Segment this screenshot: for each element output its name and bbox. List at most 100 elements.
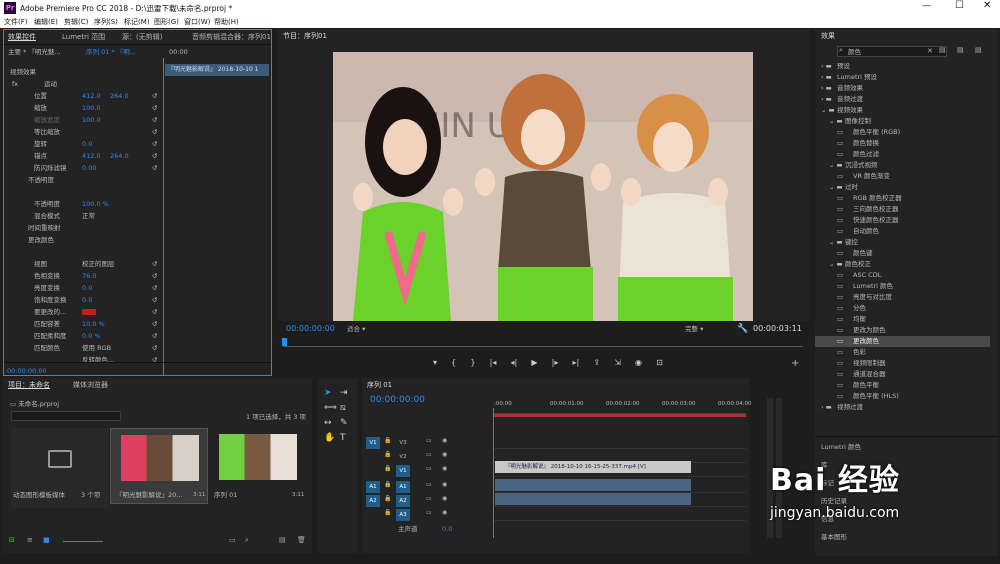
effects-tree-item[interactable]: ▭ Lumetri 颜色 <box>815 281 990 292</box>
add-button-icon[interactable]: + <box>791 358 799 369</box>
track-target[interactable]: V2 <box>396 451 410 463</box>
reset-icon[interactable]: ↺ <box>152 150 157 162</box>
track-target[interactable]: V1 <box>396 465 410 477</box>
menu-item[interactable]: 图形(G) <box>154 16 179 28</box>
accelerated-effects-icon[interactable]: ▤ <box>939 46 946 54</box>
effects-tree-item[interactable]: ⌄ ▬ 过时 <box>815 182 990 193</box>
eye-icon[interactable]: ◉ <box>442 437 447 444</box>
go-to-in-icon[interactable]: |◂ <box>490 358 497 370</box>
effects-tree-item[interactable]: › ▬ Lumetri 预设 <box>815 72 990 83</box>
reset-icon[interactable]: ↺ <box>152 282 157 294</box>
mini-timeline-clip[interactable]: 『明光魅影解说』 2018-10-10 1 <box>165 64 269 76</box>
property-value[interactable]: 校正的图层 <box>82 258 115 270</box>
property-value[interactable]: 10.0 % <box>82 318 105 330</box>
program-scrubber[interactable] <box>283 341 803 347</box>
timeline-timecode[interactable]: 00:00:00:00 <box>370 394 425 406</box>
effects-tree-item[interactable]: ▭ 亮度与对比度 <box>815 292 990 303</box>
lock-icon[interactable]: 🔒 <box>384 495 391 502</box>
reset-icon[interactable]: ↺ <box>152 330 157 342</box>
effects-tree-item[interactable]: ⌄ ▬ 视频效果 <box>815 105 990 116</box>
audio-clip-a2[interactable] <box>495 493 691 505</box>
tab-lumetri-scopes[interactable]: Lumetri 范围 <box>62 30 105 44</box>
zoom-slider[interactable] <box>63 541 103 542</box>
reset-icon[interactable]: ↺ <box>152 162 157 174</box>
reset-icon[interactable]: ↺ <box>152 102 157 114</box>
tab-audio-mixer[interactable]: 音频剪辑混合器：序列01 <box>192 30 271 44</box>
resolution-select[interactable]: 完整 ▾ <box>685 323 703 335</box>
fx-motion[interactable]: fx <box>12 78 18 90</box>
lock-icon[interactable]: 🔒 <box>384 451 391 458</box>
track-select-icon[interactable]: ⇥ <box>340 388 348 398</box>
effects-tree-item[interactable]: ⌄ ▬ 图像控制 <box>815 116 990 127</box>
sync-icon[interactable]: ▭ <box>426 437 432 444</box>
eye-icon[interactable]: ◉ <box>442 509 447 516</box>
selection-tool-icon[interactable]: ➤ <box>324 388 332 398</box>
new-item-icon[interactable]: ▤ <box>279 536 286 544</box>
reset-icon[interactable]: ↺ <box>152 126 157 138</box>
write-protect-icon[interactable]: ⊟ <box>9 536 15 544</box>
program-playhead-timecode[interactable]: 00:00:00:00 <box>286 323 335 335</box>
reset-icon[interactable]: ↺ <box>152 342 157 354</box>
tab-project[interactable]: 项目：未命名 <box>8 378 50 392</box>
eye-icon[interactable]: ◉ <box>442 465 447 472</box>
property-value[interactable]: 0.0 <box>82 282 92 294</box>
property-value[interactable]: 412.0 <box>82 90 101 102</box>
property-value[interactable]: 反转颜色... <box>82 354 114 366</box>
yuv-effects-icon[interactable]: ▤ <box>975 46 982 54</box>
reset-icon[interactable]: ↺ <box>152 318 157 330</box>
effect-controls-timecode[interactable]: 00:00:00:00 <box>7 365 47 377</box>
source-patch[interactable]: V1 <box>366 437 380 449</box>
effects-tree-item[interactable]: ⌄ ▬ 键控 <box>815 237 990 248</box>
property-value[interactable]: 100.0 <box>82 114 101 126</box>
sync-icon[interactable]: ▭ <box>426 495 432 502</box>
effects-tree-item[interactable]: ▭ 三向颜色校正器 <box>815 204 990 215</box>
program-tab[interactable]: 节目：序列01 <box>283 29 327 43</box>
lock-icon[interactable]: 🔒 <box>384 509 391 516</box>
property-value[interactable]: 0.0 % <box>82 330 101 342</box>
tab-media-browser[interactable]: 媒体浏览器 <box>73 378 108 392</box>
timeline-tab[interactable]: 序列 01 <box>367 378 392 392</box>
track-target[interactable]: V3 <box>396 437 410 449</box>
type-tool-icon[interactable]: T <box>340 433 346 443</box>
button-editor-icon[interactable]: ⊡ <box>656 358 663 370</box>
eye-icon[interactable]: ◉ <box>442 451 447 458</box>
effects-tree-item[interactable]: ▭ 颜色平衡 (RGB) <box>815 127 990 138</box>
effects-tree-item[interactable]: ▭ 更改颜色 <box>815 336 990 347</box>
property-value[interactable]: 412.0 <box>82 150 101 162</box>
lock-icon[interactable]: 🔒 <box>384 481 391 488</box>
property-value[interactable]: 76.0 <box>82 270 96 282</box>
reset-icon[interactable]: ↺ <box>152 138 157 150</box>
reset-icon[interactable]: ↺ <box>152 90 157 102</box>
reset-icon[interactable]: ↺ <box>152 258 157 270</box>
tab-effect-controls[interactable]: 效果控件 <box>8 30 36 44</box>
effects-tree-item[interactable]: ▭ 均衡 <box>815 314 990 325</box>
lock-icon[interactable]: 🔒 <box>384 437 391 444</box>
audio-clip-a1[interactable] <box>495 479 691 491</box>
effects-tree-item[interactable]: ▭ 颜色平衡 (HLS) <box>815 391 990 402</box>
track-target[interactable]: A3 <box>396 509 410 521</box>
effects-tree-item[interactable]: ▭ 快速颜色校正器 <box>815 215 990 226</box>
effects-tree-item[interactable]: › ▬ 视频过渡 <box>815 402 990 413</box>
search-icon[interactable]: ⌕ <box>245 536 249 545</box>
step-forward-icon[interactable]: |▸ <box>552 358 559 370</box>
property-value-2[interactable]: 264.0 <box>110 90 129 102</box>
master-clip-label[interactable]: 主要 * 『明光魅... <box>8 46 61 58</box>
effects-tree-item[interactable]: ⌄ ▬ 沉浸式视频 <box>815 160 990 171</box>
menu-item[interactable]: 帮助(H) <box>214 16 239 28</box>
play-icon[interactable]: ▶ <box>531 358 537 370</box>
reset-icon[interactable]: ↺ <box>152 270 157 282</box>
pen-tool-icon[interactable]: ✎ <box>340 418 348 428</box>
tab-source[interactable]: 源：(无剪辑) <box>122 30 162 44</box>
reset-icon[interactable]: ↺ <box>152 354 157 366</box>
extract-icon[interactable]: ⇲ <box>614 358 621 370</box>
slip-tool-icon[interactable]: ↔ <box>324 418 332 428</box>
menu-item[interactable]: 剪辑(C) <box>64 16 88 28</box>
zoom-select[interactable]: 适合 ▾ <box>347 323 365 335</box>
reset-icon[interactable]: ↺ <box>152 294 157 306</box>
panel-header[interactable]: Lumetri 颜色 <box>821 441 861 453</box>
razor-tool-icon[interactable]: ⧅ <box>340 403 346 413</box>
close-button[interactable]: ✕ <box>983 0 991 11</box>
source-patch[interactable]: A1 <box>366 481 380 493</box>
effects-tree-item[interactable]: ▭ 自动颜色 <box>815 226 990 237</box>
effects-tree-item[interactable]: › ▬ 音频效果 <box>815 83 990 94</box>
